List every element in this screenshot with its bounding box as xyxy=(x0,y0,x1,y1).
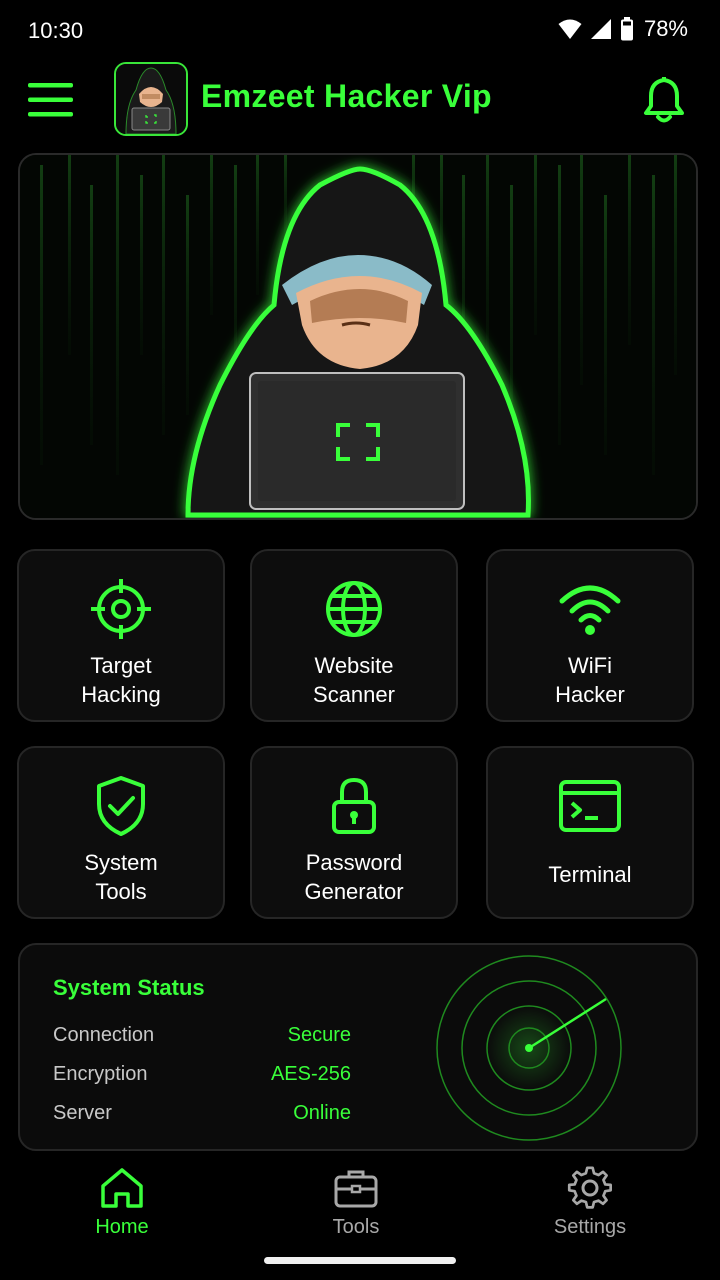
terminal-icon xyxy=(559,780,621,832)
gear-icon xyxy=(567,1166,613,1209)
tool-system-tools[interactable]: System Tools xyxy=(17,746,225,919)
system-status-title: System Status xyxy=(53,975,205,1000)
battery-icon xyxy=(620,17,633,41)
status-value: AES-256 xyxy=(270,1063,351,1085)
lock-icon xyxy=(332,777,376,834)
tool-label: Terminal xyxy=(548,862,632,887)
tool-wifi-hacker[interactable]: WiFi Hacker xyxy=(486,549,694,722)
hacker-illustration xyxy=(20,155,696,518)
app-title: Emzeet Hacker Vip xyxy=(201,78,492,114)
tool-target-hacking[interactable]: Target Hacking xyxy=(17,549,225,722)
tool-label: WiFi Hacker xyxy=(555,653,625,707)
status-bar: 10:30 78% xyxy=(0,0,720,60)
briefcase-icon xyxy=(334,1170,378,1208)
hero-banner xyxy=(18,153,698,520)
nav-settings[interactable]: Settings xyxy=(515,1166,665,1244)
status-label: Server xyxy=(53,1102,112,1124)
nav-home[interactable]: Home xyxy=(47,1166,197,1244)
signal-icon xyxy=(590,19,611,39)
nav-tools[interactable]: Tools xyxy=(281,1166,431,1244)
app-header: Emzeet Hacker Vip xyxy=(0,62,720,138)
app-logo xyxy=(114,62,188,136)
battery-percent: 78% xyxy=(643,16,688,41)
status-value: Secure xyxy=(287,1024,351,1046)
tool-label: Website Scanner xyxy=(313,653,395,707)
status-row-server: Server Online xyxy=(53,1102,351,1125)
bottom-nav: Home Tools Settings xyxy=(0,1160,720,1250)
tool-terminal[interactable]: Terminal xyxy=(486,746,694,919)
nav-home-label: Home xyxy=(95,1216,149,1238)
home-icon xyxy=(101,1168,143,1208)
status-row-connection: Connection Secure xyxy=(53,1024,351,1047)
system-status-card: System Status Connection Secure Encrypti… xyxy=(18,943,698,1151)
status-time: 10:30 xyxy=(28,18,84,43)
status-icons: 78% xyxy=(558,16,688,42)
hamburger-menu-icon[interactable] xyxy=(28,82,74,118)
status-row-encryption: Encryption AES-256 xyxy=(53,1063,351,1086)
tool-label: System Tools xyxy=(84,850,158,904)
status-label: Encryption xyxy=(53,1063,148,1085)
tool-website-scanner[interactable]: Website Scanner xyxy=(250,549,458,722)
shield-check-icon xyxy=(97,776,145,836)
nav-tools-label: Tools xyxy=(332,1216,380,1238)
radar-icon xyxy=(436,955,622,1141)
bell-icon[interactable] xyxy=(640,74,688,124)
tool-label: Target Hacking xyxy=(81,653,161,707)
status-value: Online xyxy=(293,1102,351,1124)
tool-label: Password Generator xyxy=(304,850,404,904)
wifi-icon xyxy=(558,19,582,39)
status-label: Connection xyxy=(53,1024,155,1046)
globe-icon xyxy=(326,581,382,637)
tool-password-generator[interactable]: Password Generator xyxy=(250,746,458,919)
wifi-icon xyxy=(559,585,621,635)
home-indicator[interactable] xyxy=(264,1257,456,1264)
nav-settings-label: Settings xyxy=(553,1216,627,1238)
target-icon xyxy=(91,579,151,639)
